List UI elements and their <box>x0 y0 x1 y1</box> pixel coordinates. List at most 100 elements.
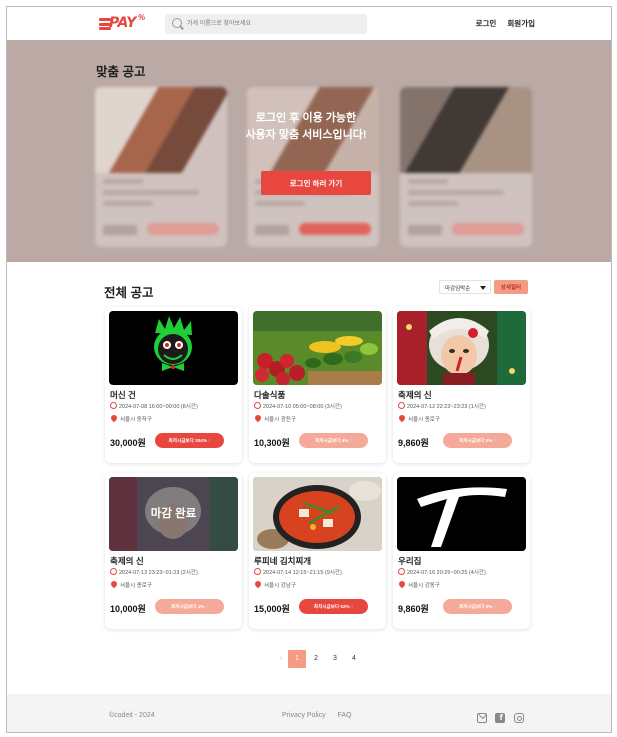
copyright: ©codeit - 2024 <box>109 712 155 719</box>
card-price: 15,000원 <box>254 604 290 614</box>
job-card[interactable]: 다솔식품 2024-07-10 05:00~08:00 (3시간) 서울시 광진… <box>249 307 386 463</box>
card-location-text: 서울시 종로구 <box>408 417 440 423</box>
card-location: 서울시 강남구 <box>253 579 296 589</box>
card-time: 2024-07-16 20:25~00:25 (4시간) <box>398 568 486 576</box>
location-pin-icon <box>253 413 263 423</box>
login-message-line-1: 로그인 후 이용 가능한 <box>255 112 357 124</box>
wage-badge: 최저시급보다 0% ↑ <box>443 599 512 614</box>
card-thumbnail <box>253 311 382 385</box>
card-location: 서울시 동작구 <box>109 413 152 423</box>
clock-icon <box>254 402 261 409</box>
job-card[interactable]: 머신 건 2024-07-08 16:00~00:00 (8시간) 서울시 동작… <box>105 307 242 463</box>
card-price: 9,860원 <box>398 438 429 448</box>
card-time-text: 2024-07-08 16:00~00:00 (8시간) <box>119 404 198 410</box>
clock-icon <box>110 568 117 575</box>
instagram-icon[interactable] <box>513 713 524 723</box>
card-time-text: 2024-07-10 05:00~08:00 (3시간) <box>263 404 342 410</box>
card-thumbnail: 마감 완료 <box>109 477 238 551</box>
blurred-card <box>400 87 532 247</box>
logo-sup: % <box>138 13 146 22</box>
chevron-down-icon <box>480 286 486 290</box>
mail-icon[interactable] <box>477 713 487 723</box>
faq-link[interactable]: FAQ <box>338 712 352 719</box>
card-time-text: 2024-07-14 12:15~21:15 (9시간) <box>263 570 342 576</box>
card-title: 우리집 <box>398 556 422 566</box>
login-link[interactable]: 로그인 <box>476 19 497 28</box>
card-price: 9,860원 <box>398 604 429 614</box>
blurred-card <box>95 87 227 247</box>
card-title: 다솔식품 <box>254 390 286 400</box>
kimchi-stew-image <box>253 477 382 551</box>
card-price: 30,000원 <box>110 438 146 448</box>
card-time-text: 2024-07-16 20:25~00:25 (4시간) <box>407 570 486 576</box>
brand-t-logo-image <box>397 477 526 551</box>
search-icon <box>172 18 182 28</box>
clock-icon <box>254 568 261 575</box>
privacy-policy-link[interactable]: Privacy Policy <box>282 712 326 719</box>
joker-face-image <box>154 316 192 371</box>
card-thumbnail <box>109 311 238 385</box>
all-ads-title: 전체 공고 <box>104 286 154 300</box>
card-price: 10,000원 <box>110 604 146 614</box>
detail-filter-button[interactable]: 상세필터 <box>494 280 528 294</box>
location-pin-icon <box>109 413 119 423</box>
clock-icon <box>398 402 405 409</box>
card-time-text: 2024-07-13 23:23~01:23 (2시간) <box>119 570 198 576</box>
fruit-stand-image <box>253 311 382 385</box>
card-price: 10,300원 <box>254 438 290 448</box>
job-card[interactable]: 루피네 김치찌개 2024-07-14 12:15~21:15 (9시간) 서울… <box>249 473 386 629</box>
card-location-text: 서울시 광진구 <box>264 417 296 423</box>
location-pin-icon <box>253 579 263 589</box>
anime-character-image <box>397 311 526 385</box>
job-card[interactable]: 우리집 2024-07-16 20:25~00:25 (4시간) 서울시 강동구… <box>393 473 530 629</box>
signup-link[interactable]: 회원가입 <box>507 19 535 28</box>
search-bar[interactable] <box>165 14 367 34</box>
card-time-text: 2024-07-12 22:23~23:23 (1시간) <box>407 404 486 410</box>
closed-overlay-label: 마감 완료 <box>109 477 238 551</box>
job-card[interactable]: 마감 완료 축제의 신 2024-07-13 23:23~01:23 (2시간)… <box>105 473 242 629</box>
card-location-text: 서울시 강동구 <box>408 583 440 589</box>
page-3[interactable]: 3 <box>326 650 344 668</box>
footer-links: Privacy Policy FAQ <box>282 712 362 719</box>
card-thumbnail <box>397 477 526 551</box>
job-card[interactable]: 축제의 신 2024-07-12 22:23~23:23 (1시간) 서울시 종… <box>393 307 530 463</box>
card-location-text: 서울시 동작구 <box>120 417 152 423</box>
auth-links: 로그인 회원가입 <box>467 18 535 29</box>
wage-badge: 최저시급보다 1% ↑ <box>155 599 224 614</box>
card-title: 축제의 신 <box>110 556 144 566</box>
card-location: 서울시 종로구 <box>397 413 440 423</box>
clock-icon <box>398 568 405 575</box>
card-time: 2024-07-08 16:00~00:00 (8시간) <box>110 402 198 410</box>
card-time: 2024-07-13 23:23~01:23 (2시간) <box>110 568 198 576</box>
card-time: 2024-07-10 05:00~08:00 (3시간) <box>254 402 342 410</box>
card-time: 2024-07-12 22:23~23:23 (1시간) <box>398 402 486 410</box>
clock-icon <box>110 402 117 409</box>
sort-dropdown[interactable]: 마감임박순 <box>439 280 491 294</box>
page-2[interactable]: 2 <box>307 650 325 668</box>
facebook-icon[interactable] <box>495 713 506 723</box>
top-header: PAY % 로그인 회원가입 <box>7 7 611 40</box>
location-pin-icon <box>397 413 407 423</box>
login-message-line-2: 사용자 맞춤 서비스입니다! <box>245 129 367 141</box>
wage-badge: 최저시급보다 304% ↑ <box>155 433 224 448</box>
page-4[interactable]: 4 <box>345 650 363 668</box>
sort-selected-value: 마감임박순 <box>445 286 471 292</box>
login-cta-button[interactable]: 로그인 하러 가기 <box>261 171 371 195</box>
page-1[interactable]: 1 <box>288 650 306 668</box>
wage-badge: 최저시급보다 4% ↑ <box>299 433 368 448</box>
page-frame: PAY % 로그인 회원가입 맞춤 공고 로그 <box>6 6 612 733</box>
search-input[interactable] <box>187 17 357 31</box>
card-location-text: 서울시 종로구 <box>120 583 152 589</box>
card-thumbnail <box>397 311 526 385</box>
login-required-message: 로그인 후 이용 가능한 사용자 맞춤 서비스입니다! <box>211 110 401 144</box>
wage-badge: 최저시급보다 52% ↑ <box>299 599 368 614</box>
footer: ©codeit - 2024 Privacy Policy FAQ <box>7 694 611 732</box>
custom-ads-title: 맞춤 공고 <box>96 65 146 79</box>
card-location: 서울시 강동구 <box>397 579 440 589</box>
social-icons <box>477 710 528 728</box>
card-title: 루피네 김치찌개 <box>254 556 312 566</box>
logo[interactable]: PAY % <box>99 13 147 33</box>
logo-text: PAY <box>109 15 136 31</box>
card-thumbnail <box>253 477 382 551</box>
wage-badge: 최저시급보다 0% ↑ <box>443 433 512 448</box>
